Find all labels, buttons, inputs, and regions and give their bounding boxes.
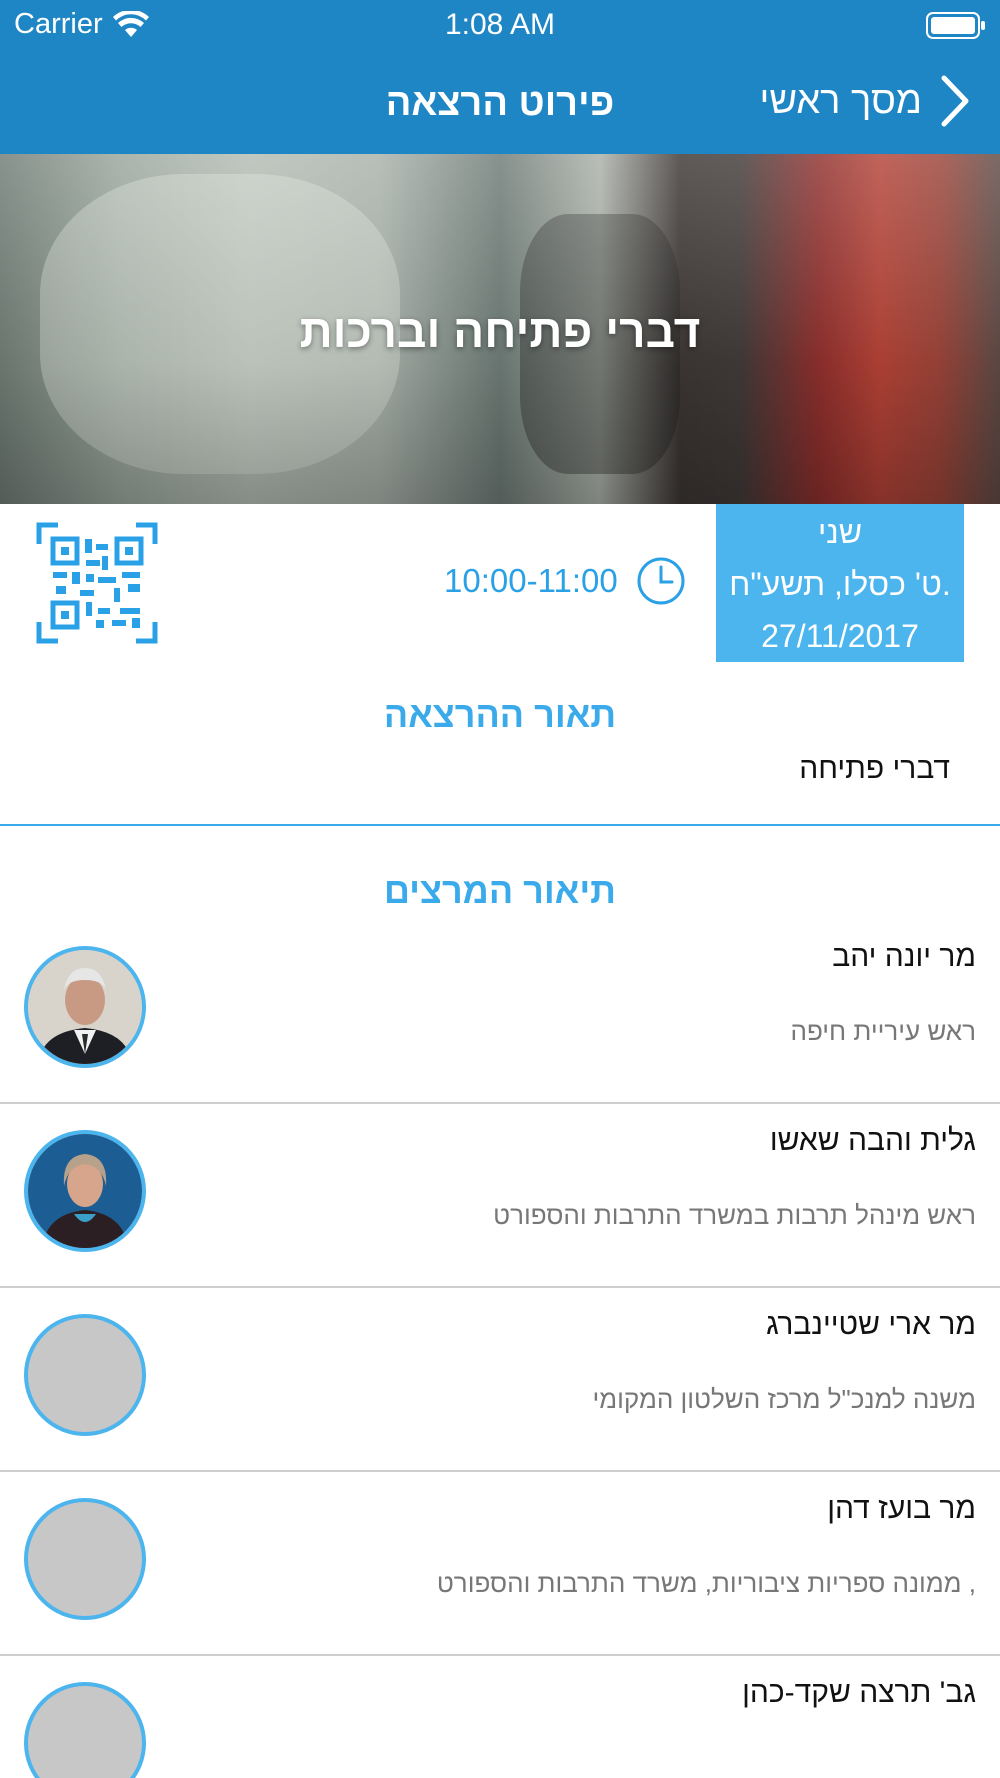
- speaker-row[interactable]: גלית והבה שאשו ראש מינהל תרבות במשרד התר…: [0, 1104, 1000, 1288]
- portrait-woman-image: [28, 1134, 142, 1248]
- speaker-name: גב' תרצה שקד-כהן: [742, 1676, 976, 1709]
- speaker-row[interactable]: גב' תרצה שקד-כהן: [0, 1656, 1000, 1778]
- speaker-avatar: [24, 1130, 146, 1252]
- gregorian-date: 27/11/2017: [761, 618, 919, 654]
- navigation-bar: פירוט הרצאה מסך ראשי: [0, 52, 1000, 154]
- day-label: שני: [817, 514, 863, 550]
- time-range: 10:00-11:00: [444, 556, 686, 606]
- speaker-name: מר יונה יהב: [832, 940, 976, 973]
- status-time: 1:08 AM: [444, 8, 556, 41]
- speaker-name: גלית והבה שאשו: [769, 1124, 976, 1157]
- speaker-row[interactable]: מר בועז דהן , ממונה ספריות ציבוריות, משר…: [0, 1472, 1000, 1656]
- speakers-section-title: תיאור המרצים: [383, 870, 617, 911]
- date-box: שני ט' כסלו, תשע"ח. 27/11/2017: [716, 504, 964, 662]
- speaker-avatar-placeholder: [24, 1498, 146, 1620]
- clock-icon: [637, 557, 685, 605]
- speaker-avatar-placeholder: [24, 1314, 146, 1436]
- hebrew-date: ט' כסלו, תשע"ח.: [729, 566, 951, 602]
- status-bar: Carrier 1:08 AM: [0, 0, 1000, 52]
- top-bar: Carrier 1:08 AM פירוט הרצאה מסך ראשי: [0, 0, 1000, 154]
- lecture-info-bar: שני ט' כסלו, תשע"ח. 27/11/2017 10:00-11:…: [0, 504, 1000, 662]
- back-label: מסך ראשי: [759, 79, 922, 122]
- speaker-row[interactable]: מר ארי שטיינברג משנה למנכ"ל מרכז השלטון …: [0, 1288, 1000, 1472]
- back-button[interactable]: מסך ראשי: [759, 74, 970, 128]
- speaker-avatar-placeholder: [24, 1682, 146, 1778]
- speaker-name: מר בועז דהן: [827, 1492, 976, 1525]
- speaker-name: מר ארי שטיינברג: [766, 1308, 976, 1341]
- speaker-row[interactable]: מר יונה יהב ראש עיריית חיפה: [0, 920, 1000, 1104]
- hero-banner: דברי פתיחה וברכות: [0, 154, 1000, 504]
- lecture-description-text: דברי פתיחה: [799, 752, 950, 785]
- time-label: 10:00-11:00: [444, 562, 618, 599]
- speaker-role: ראש מינהל תרבות במשרד התרבות והספורט: [493, 1200, 976, 1230]
- lecture-description-title: תאור ההרצאה: [383, 694, 617, 735]
- section-divider: [0, 824, 1000, 826]
- qr-code-icon[interactable]: [36, 522, 158, 644]
- speaker-role: , ממונה ספריות ציבוריות, משרד התרבות והס…: [436, 1568, 976, 1598]
- speaker-role: ראש עיריית חיפה: [790, 1016, 976, 1046]
- chevron-right-icon: [941, 75, 969, 127]
- portrait-man-image: [28, 950, 142, 1064]
- battery-icon: [926, 12, 985, 39]
- speaker-avatar: [24, 946, 146, 1068]
- speaker-role: משנה למנכ"ל מרכז השלטון המקומי: [592, 1384, 977, 1414]
- lecture-title: דברי פתיחה וברכות: [299, 305, 701, 357]
